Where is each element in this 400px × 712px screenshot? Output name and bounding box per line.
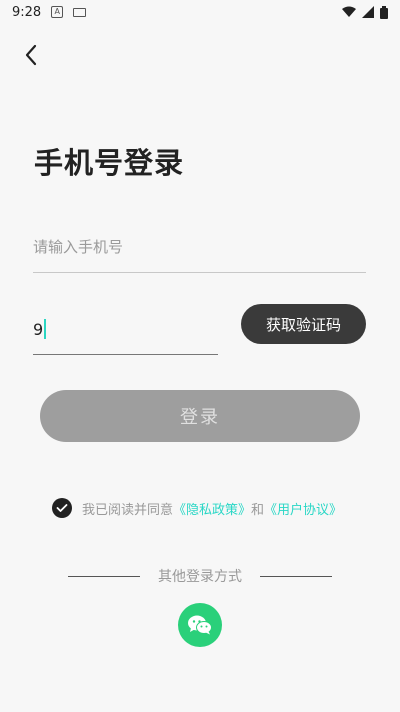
page-title: 手机号登录 bbox=[34, 146, 185, 180]
phone-field[interactable] bbox=[33, 222, 366, 273]
agreement-text: 我已阅读并同意 bbox=[82, 502, 174, 518]
divider-right bbox=[260, 575, 332, 577]
status-left: 9:28 A bbox=[12, 4, 87, 20]
checkmark-icon bbox=[56, 504, 68, 512]
status-bar: 9:28 A bbox=[0, 0, 400, 24]
divider-left bbox=[68, 575, 140, 577]
status-right bbox=[342, 5, 388, 19]
notification-a-icon: A bbox=[51, 6, 64, 18]
wechat-icon bbox=[188, 615, 212, 635]
other-login-label: 其他登录方式 bbox=[158, 569, 242, 585]
user-agreement-link[interactable]: 《用户协议》 bbox=[264, 499, 342, 518]
agreement-checkbox[interactable] bbox=[52, 498, 72, 518]
phone-input[interactable] bbox=[33, 222, 366, 272]
other-login-row: 其他登录方式 bbox=[68, 566, 332, 586]
signal-icon bbox=[362, 6, 374, 18]
privacy-policy-link[interactable]: 《隐私政策》 bbox=[173, 499, 251, 518]
back-button[interactable] bbox=[18, 42, 44, 68]
chevron-left-icon bbox=[25, 44, 37, 66]
verification-code-value: 9 bbox=[33, 319, 44, 339]
login-button[interactable]: 登录 bbox=[40, 390, 360, 442]
wifi-icon bbox=[342, 6, 356, 17]
wechat-login-button[interactable] bbox=[178, 603, 222, 647]
battery-icon bbox=[380, 5, 388, 19]
status-time: 9:28 bbox=[12, 4, 42, 20]
text-caret bbox=[44, 319, 47, 339]
agreement-and-text: 和 bbox=[251, 502, 265, 518]
agreement-row: 我已阅读并同意 《隐私政策》 和 《用户协议》 bbox=[52, 497, 342, 519]
keyboard-icon bbox=[73, 7, 87, 17]
get-code-button[interactable]: 获取验证码 bbox=[241, 304, 366, 344]
verification-code-field[interactable]: 9 bbox=[33, 304, 218, 355]
